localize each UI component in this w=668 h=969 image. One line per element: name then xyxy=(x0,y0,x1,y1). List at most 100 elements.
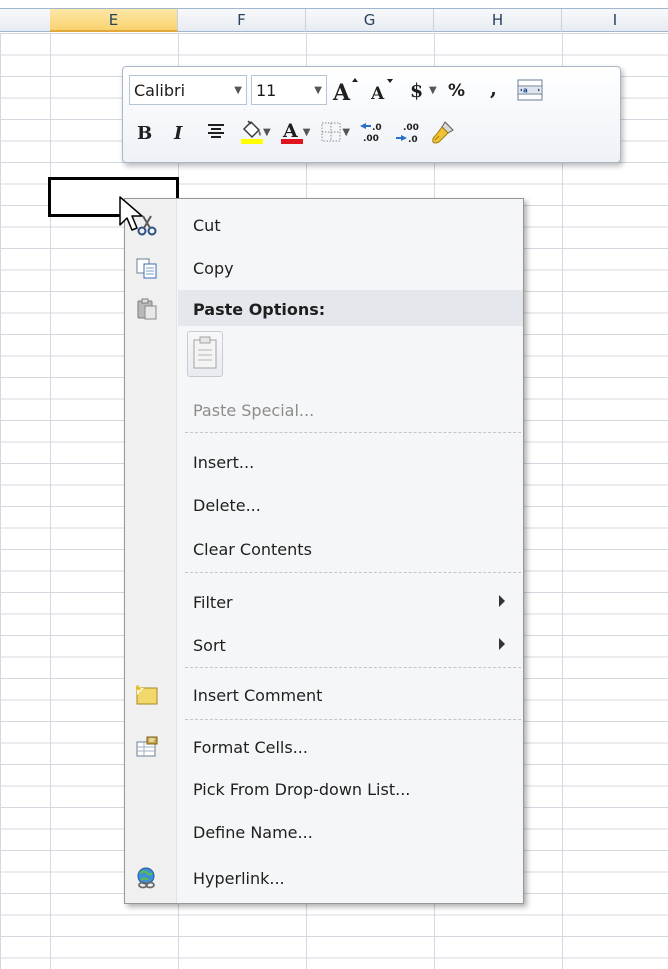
italic-button[interactable]: I xyxy=(165,117,195,147)
menu-item-paste-special[interactable]: Paste Special... xyxy=(125,391,523,429)
column-header-f[interactable]: F xyxy=(178,9,306,32)
hyperlink-icon xyxy=(137,867,155,889)
menu-item-insert[interactable]: Insert... xyxy=(125,443,523,481)
comma-icon: , xyxy=(490,76,497,100)
chevron-down-icon[interactable]: ▼ xyxy=(342,127,350,138)
submenu-arrow-icon xyxy=(499,638,505,650)
format-painter-button[interactable] xyxy=(428,117,458,147)
excel-sheet: E F G H I Calibri ▼ 11 ▼ A A $ ▼ % , a B… xyxy=(0,0,668,969)
increase-decimal-button[interactable]: .0 .00 xyxy=(356,117,386,147)
comment-icon xyxy=(135,685,158,705)
shrink-font-icon: A xyxy=(370,79,393,104)
menu-item-label: Hyperlink... xyxy=(193,868,285,888)
column-header-h[interactable]: H xyxy=(434,9,562,32)
mouse-pointer-icon xyxy=(119,196,143,231)
svg-text:A: A xyxy=(282,120,298,142)
grow-font-button[interactable]: A xyxy=(331,75,361,105)
menu-item-cut[interactable]: Cut xyxy=(125,206,523,244)
font-color-icon: A xyxy=(280,120,303,144)
font-name-value: Calibri xyxy=(134,80,186,100)
chevron-down-icon: ▼ xyxy=(314,84,322,96)
format-cells-icon xyxy=(136,736,158,757)
font-name-combo[interactable]: Calibri ▼ xyxy=(129,75,247,105)
chevron-down-icon[interactable]: ▼ xyxy=(429,85,437,96)
svg-text:.00: .00 xyxy=(363,134,379,144)
menu-item-hyperlink[interactable]: Hyperlink... xyxy=(125,859,523,897)
menu-item-label: Delete... xyxy=(193,495,261,515)
menu-item-label: Define Name... xyxy=(193,822,313,842)
menu-item-label: Paste Special... xyxy=(193,400,315,420)
menu-item-paste-options: Paste Options: xyxy=(125,290,523,328)
dollar-icon: $ xyxy=(410,80,423,102)
font-size-combo[interactable]: 11 ▼ xyxy=(251,75,327,105)
chevron-down-icon[interactable]: ▼ xyxy=(303,127,311,138)
center-align-button[interactable] xyxy=(201,117,231,147)
mini-toolbar: Calibri ▼ 11 ▼ A A $ ▼ % , a B I ▼ A ▼ ▼… xyxy=(122,66,621,163)
svg-text:%: % xyxy=(448,81,465,101)
menu-separator xyxy=(185,432,521,433)
italic-icon: I xyxy=(173,123,183,144)
merge-center-button[interactable]: a xyxy=(515,75,545,105)
svg-text:I: I xyxy=(173,123,183,144)
svg-text:,: , xyxy=(490,76,497,100)
svg-text:$: $ xyxy=(410,80,423,102)
chevron-down-icon[interactable]: ▼ xyxy=(263,127,271,138)
column-header-i[interactable]: I xyxy=(562,9,668,32)
submenu-arrow-icon xyxy=(499,595,505,607)
grid-line xyxy=(562,33,563,969)
paste-clipboard-icon xyxy=(193,336,217,369)
menu-item-copy[interactable]: Copy xyxy=(125,249,523,287)
column-header-bar: E F G H I xyxy=(0,8,668,32)
bold-icon: B xyxy=(137,123,152,144)
grid-line xyxy=(50,33,51,969)
bold-button[interactable]: B xyxy=(129,117,159,147)
paste-option-button[interactable] xyxy=(187,331,223,377)
svg-text:B: B xyxy=(137,123,152,144)
percent-button[interactable]: % xyxy=(443,75,473,105)
paste-icon xyxy=(137,298,157,320)
menu-separator xyxy=(185,719,521,720)
chevron-down-icon: ▼ xyxy=(234,84,242,96)
grow-font-icon: A xyxy=(332,78,358,104)
svg-text:.0: .0 xyxy=(408,135,418,145)
svg-text:.00: .00 xyxy=(403,123,419,133)
menu-item-label: Paste Options: xyxy=(193,299,326,319)
decrease-decimal-button[interactable]: .00 .0 xyxy=(392,117,422,147)
menu-item-label: Clear Contents xyxy=(193,539,312,559)
menu-item-label: Filter xyxy=(193,592,233,612)
borders-icon xyxy=(321,122,341,142)
menu-item-format-cells[interactable]: Format Cells... xyxy=(125,728,523,766)
menu-item-label: Pick From Drop-down List... xyxy=(193,779,411,799)
menu-item-clear-contents[interactable]: Clear Contents xyxy=(125,530,523,568)
column-header-e[interactable]: E xyxy=(50,9,178,32)
menu-separator xyxy=(185,572,521,573)
menu-item-label: Copy xyxy=(193,258,234,278)
menu-item-label: Sort xyxy=(193,635,226,655)
menu-item-label: Cut xyxy=(193,215,221,235)
increase-decimal-icon: .0 .00 xyxy=(360,123,382,144)
comma-style-button[interactable]: , xyxy=(479,75,509,105)
svg-text:.0: .0 xyxy=(372,123,382,133)
menu-item-pick-from-dropdown[interactable]: Pick From Drop-down List... xyxy=(125,770,523,808)
svg-text:a: a xyxy=(523,87,528,95)
menu-item-label: Insert... xyxy=(193,452,255,472)
menu-item-label: Format Cells... xyxy=(193,737,308,757)
merge-center-icon: a xyxy=(517,79,543,101)
context-menu: Cut Copy Paste Options: Paste Special...… xyxy=(124,198,524,904)
menu-item-sort[interactable]: Sort xyxy=(125,626,523,664)
copy-icon xyxy=(136,258,157,279)
svg-text:A: A xyxy=(332,80,351,104)
menu-item-define-name[interactable]: Define Name... xyxy=(125,813,523,851)
align-center-icon xyxy=(208,124,224,138)
shrink-font-button[interactable]: A xyxy=(367,75,397,105)
menu-item-insert-comment[interactable]: Insert Comment xyxy=(125,676,523,714)
percent-icon: % xyxy=(448,81,465,101)
menu-separator xyxy=(185,667,521,668)
menu-item-delete[interactable]: Delete... xyxy=(125,486,523,524)
format-painter-icon xyxy=(432,121,454,144)
menu-item-label: Insert Comment xyxy=(193,685,323,705)
menu-item-filter[interactable]: Filter xyxy=(125,583,523,621)
decrease-decimal-icon: .00 .0 xyxy=(396,123,419,145)
svg-text:A: A xyxy=(370,84,385,104)
column-header-g[interactable]: G xyxy=(306,9,434,32)
